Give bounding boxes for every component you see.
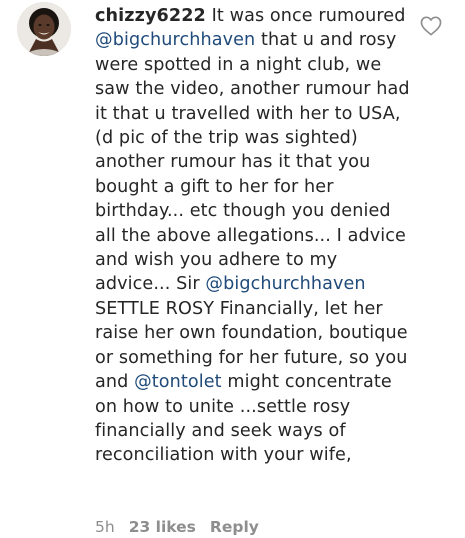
mention-link[interactable]: @bigchurchhaven — [95, 30, 255, 50]
avatar[interactable] — [17, 2, 71, 56]
mention-link[interactable]: @tontolet — [134, 372, 222, 392]
comment-username[interactable]: chizzy6222 — [95, 6, 206, 26]
like-button-glyph — [420, 16, 442, 36]
comment-text-segment: It was once rumoured — [205, 6, 406, 26]
comment-meta: 5h 23 likes Reply — [95, 516, 259, 538]
reply-button[interactable]: Reply — [210, 518, 259, 536]
likes-count-link[interactable]: 23 likes — [129, 518, 196, 536]
avatar-photo — [17, 2, 71, 56]
comment-text-segment: that u and rosy were spotted in a night … — [95, 30, 410, 295]
comment: chizzy6222 It was once rumoured @bigchur… — [0, 0, 465, 536]
heart-outline-icon[interactable] — [420, 16, 442, 36]
comment-timestamp: 5h — [95, 518, 115, 536]
comment-text: chizzy6222 It was once rumoured @bigchur… — [95, 4, 413, 468]
mention-link[interactable]: @bigchurchhaven — [205, 274, 365, 294]
